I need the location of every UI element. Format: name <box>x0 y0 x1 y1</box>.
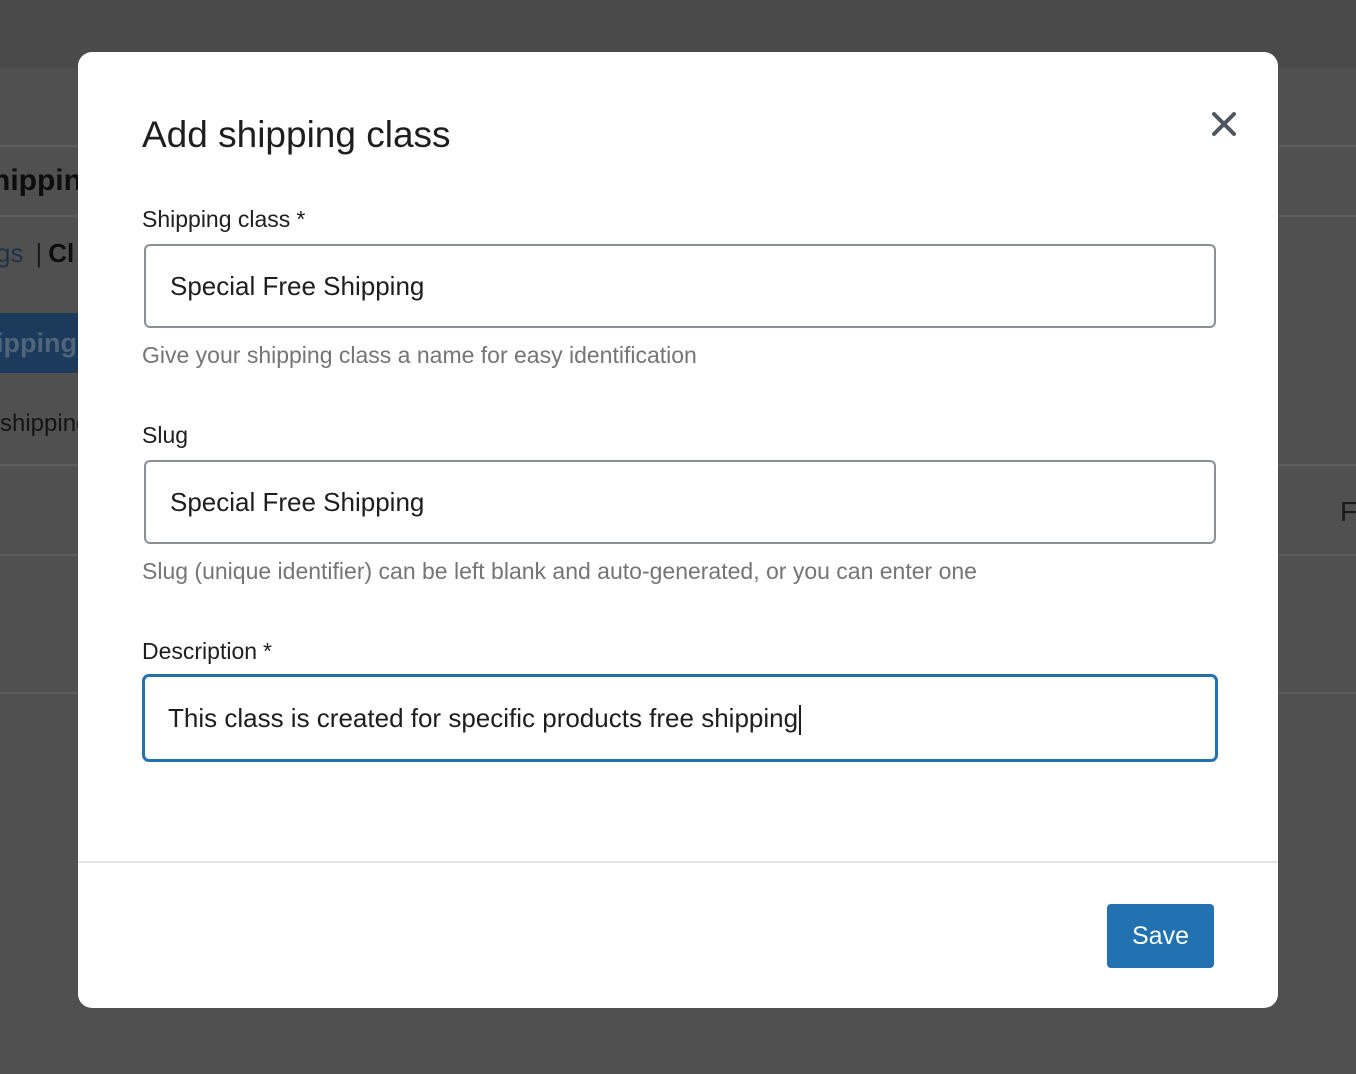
background-subnav-link: gs <box>0 238 24 268</box>
shipping-class-input[interactable]: Special Free Shipping <box>144 244 1216 328</box>
shipping-class-value: Special Free Shipping <box>170 271 425 301</box>
background-subnav-separator: | <box>35 238 43 268</box>
slug-value: Special Free Shipping <box>170 487 425 517</box>
background-subnav-current: Cl <box>48 238 75 268</box>
description-label: Description * <box>142 638 272 665</box>
description-label-text: Description <box>142 638 258 664</box>
modal-footer-divider <box>78 861 1278 863</box>
background-column-label: F <box>1340 496 1356 527</box>
slug-input[interactable]: Special Free Shipping <box>144 460 1216 544</box>
description-input[interactable]: This class is created for specific produ… <box>142 674 1218 762</box>
required-mark: * <box>263 638 272 664</box>
add-shipping-class-modal: Add shipping class Shipping class * Speci… <box>78 52 1278 1008</box>
background-subnav: gs | Cl <box>0 238 74 269</box>
shipping-class-help: Give your shipping class a name for easy… <box>142 342 697 368</box>
slug-label: Slug <box>142 422 188 449</box>
save-button[interactable]: Save <box>1107 904 1214 968</box>
close-button[interactable] <box>1204 104 1244 144</box>
slug-help: Slug (unique identifier) can be left bla… <box>142 558 977 584</box>
background-description: shipping <box>0 410 90 437</box>
close-icon <box>1212 112 1236 136</box>
required-mark: * <box>296 206 306 232</box>
shipping-class-label-text: Shipping class <box>142 206 291 232</box>
modal-title: Add shipping class <box>142 114 451 155</box>
description-value: This class is created for specific produ… <box>168 703 799 733</box>
shipping-class-label: Shipping class * <box>142 206 305 233</box>
background-page-heading: hippin <box>0 164 82 197</box>
text-caret <box>799 705 802 736</box>
slug-label-text: Slug <box>142 422 189 448</box>
